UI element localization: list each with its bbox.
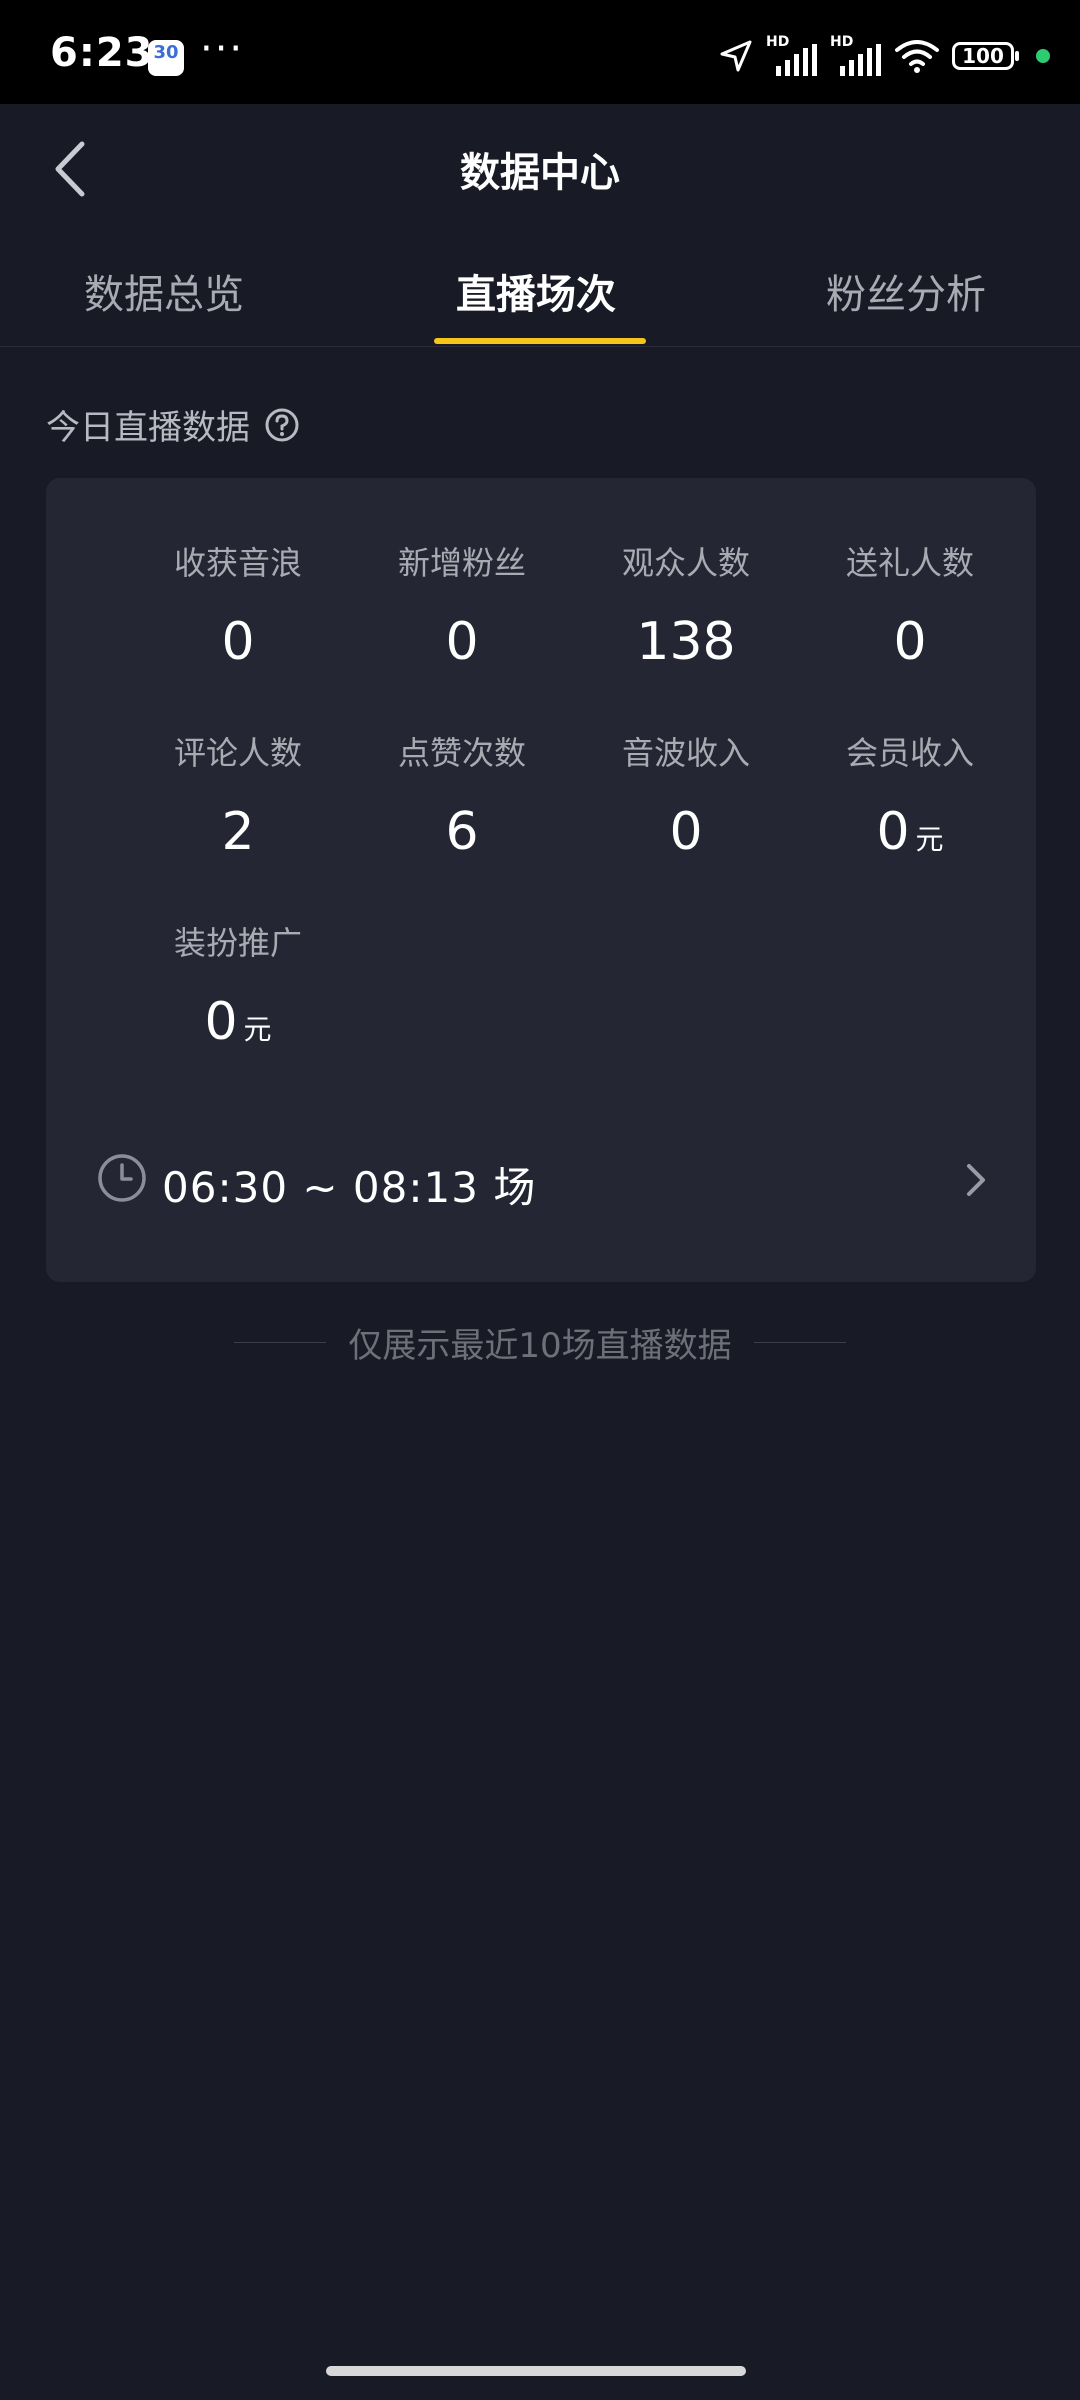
calendar-icon: 30: [148, 40, 184, 76]
location-arrow-icon: [720, 40, 752, 72]
divider-line: [753, 1342, 846, 1343]
stat-label: 送礼人数: [845, 544, 974, 582]
live-stats-card: 收获音浪 0 新增粉丝 0 观众人数 138 送礼人数 0 评论人数 2 点赞次…: [46, 478, 1036, 1282]
signal-icon-2: HD: [830, 34, 882, 76]
stat-label: 评论人数: [173, 734, 302, 772]
stat-value: 0: [445, 612, 479, 672]
section-title-text: 今日直播数据: [46, 408, 250, 448]
stat-label: 收获音浪: [173, 544, 302, 582]
stat-commenters: 评论人数 2: [126, 728, 350, 862]
signal-icon-1: HD: [766, 34, 818, 76]
stat-member-income: 会员收入 0元: [798, 728, 1022, 862]
currency-unit: 元: [915, 823, 944, 856]
clock-icon: [98, 1154, 146, 1202]
stat-label: 新增粉丝: [397, 544, 526, 582]
tab-data-overview[interactable]: 数据总览: [84, 262, 244, 320]
stat-value: 0: [669, 802, 703, 862]
note-text: 仅展示最近10场直播数据: [348, 1326, 732, 1366]
chevron-right-icon: [967, 1164, 985, 1196]
tab-live-sessions[interactable]: 直播场次: [456, 262, 616, 320]
divider-line: [234, 1342, 327, 1343]
stat-label: 观众人数: [621, 544, 750, 582]
privacy-indicator-dot: [1036, 49, 1050, 63]
stat-value: 6: [445, 802, 479, 862]
status-bar: 6:23 30 ··· HD HD 100: [0, 0, 1080, 104]
tab-bar: 数据总览 直播场次 粉丝分析: [0, 232, 1080, 347]
stat-sound-waves: 收获音浪 0: [126, 538, 350, 672]
stat-label: 音波收入: [621, 734, 750, 772]
tab-fan-analysis[interactable]: 粉丝分析: [826, 262, 986, 320]
stat-viewers: 观众人数 138: [574, 538, 798, 672]
battery-icon: 100: [952, 42, 1019, 70]
stat-value: 138: [636, 612, 736, 672]
stat-value: 2: [221, 802, 255, 862]
nav-bar: 数据中心: [0, 104, 1080, 232]
stat-value: 0元: [876, 802, 944, 862]
stat-gifters: 送礼人数 0: [798, 538, 1022, 672]
stat-label: 会员收入: [845, 734, 974, 772]
page-title: 数据中心: [460, 150, 620, 196]
session-time-range: 06:30 ~ 08:13 场: [162, 1163, 537, 1212]
stat-value: 0: [221, 612, 255, 672]
stat-likes: 点赞次数 6: [350, 728, 574, 862]
live-session-row[interactable]: 06:30 ~ 08:13 场: [46, 1130, 1036, 1230]
home-indicator[interactable]: [326, 2366, 746, 2376]
status-time: 6:23: [50, 30, 154, 76]
stat-value: 0: [893, 612, 927, 672]
stat-label: 点赞次数: [397, 734, 526, 772]
status-icons: HD HD 100: [718, 34, 1050, 76]
section-title: 今日直播数据: [46, 400, 300, 449]
recent-sessions-note: 仅展示最近10场直播数据: [0, 1318, 1080, 1367]
stat-dress-up-promotion: 装扮推广 0元: [126, 918, 350, 1052]
stat-sonic-income: 音波收入 0: [574, 728, 798, 862]
active-tab-indicator: [434, 338, 646, 344]
help-icon[interactable]: [264, 407, 300, 443]
more-notifications-icon: ···: [200, 26, 245, 72]
stat-new-fans: 新增粉丝 0: [350, 538, 574, 672]
wifi-icon: [895, 40, 939, 73]
stat-value: 0元: [204, 992, 272, 1052]
currency-unit: 元: [243, 1013, 272, 1046]
calendar-day: 30: [153, 42, 179, 63]
stat-label: 装扮推广: [173, 924, 302, 962]
